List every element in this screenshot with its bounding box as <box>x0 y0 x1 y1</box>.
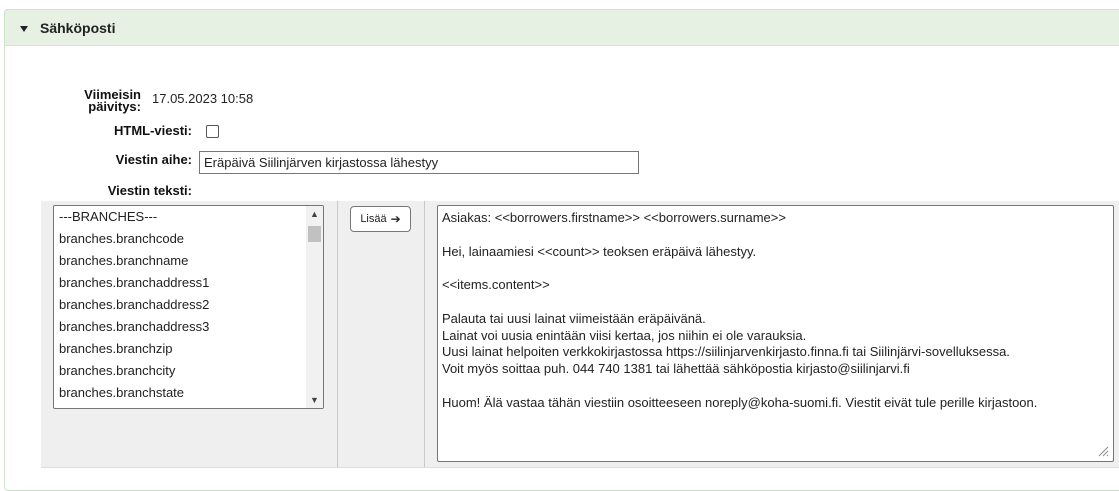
field-option[interactable]: branches.branchaddress3 <box>54 316 323 338</box>
column-divider-right <box>424 201 425 467</box>
field-option[interactable]: branches.branchstate <box>54 382 323 404</box>
list-scrollbar[interactable]: ▲ ▼ <box>306 206 323 408</box>
field-option[interactable]: branches.branchaddress2 <box>54 294 323 316</box>
arrow-right-icon: ➔ <box>390 212 401 226</box>
email-section-header[interactable]: Sähköposti <box>4 9 1119 46</box>
last-updated-value: 17.05.2023 10:58 <box>152 91 254 106</box>
field-option[interactable]: ---BRANCHES--- <box>54 206 323 228</box>
message-body-textarea[interactable]: Asiakas: <<borrowers.firstname>> <<borro… <box>437 205 1114 462</box>
field-option[interactable]: branches.branchzip <box>54 338 323 360</box>
subject-input[interactable] <box>199 151 639 174</box>
scroll-up-icon[interactable]: ▲ <box>309 209 320 219</box>
column-divider-left <box>337 201 338 467</box>
body-label: Viestin teksti: <box>107 183 192 198</box>
subject-label: Viestin aihe: <box>115 152 192 167</box>
section-title: Sähköposti <box>40 20 116 36</box>
scroll-down-icon[interactable]: ▼ <box>309 395 320 405</box>
scrollbar-thumb[interactable] <box>308 226 321 242</box>
field-select-list[interactable]: ---BRANCHES--- branches.branchcode branche… <box>53 205 324 409</box>
field-options: ---BRANCHES--- branches.branchcode branche… <box>54 206 323 404</box>
insert-field-button[interactable]: Lisää ➔ <box>350 206 411 232</box>
field-option[interactable]: branches.branchcode <box>54 228 323 250</box>
field-option[interactable]: branches.branchname <box>54 250 323 272</box>
field-option[interactable]: branches.branchcity <box>54 360 323 382</box>
resize-handle-icon[interactable] <box>1097 445 1109 457</box>
insert-button-label: Lisää <box>360 213 387 225</box>
caret-down-icon[interactable] <box>20 26 28 32</box>
field-option[interactable]: branches.branchaddress1 <box>54 272 323 294</box>
html-message-label: HTML-viesti: <box>114 123 192 138</box>
last-updated-label: Viimeisin päivitys: <box>84 87 141 114</box>
html-message-checkbox[interactable] <box>206 125 219 138</box>
